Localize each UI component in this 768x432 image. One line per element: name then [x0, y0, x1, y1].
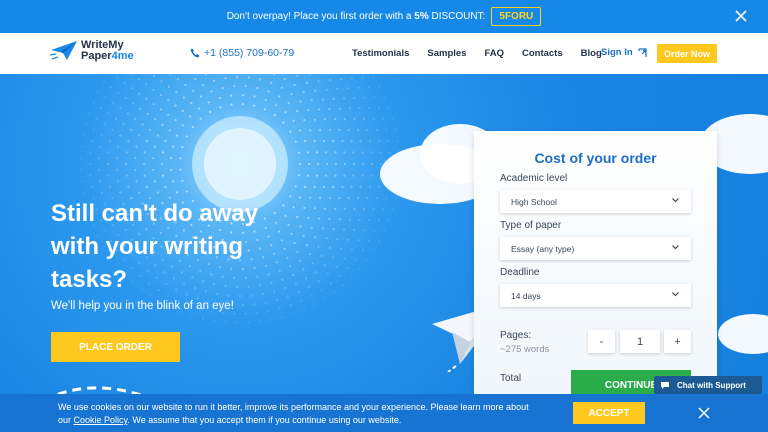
pages-label: Pages:	[500, 330, 532, 341]
hero-headline: Still can't do away with your writing ta…	[51, 200, 259, 293]
pages-increment-button[interactable]: +	[664, 330, 691, 353]
cookie-message: We use cookies on our website to run it …	[58, 402, 529, 425]
promo-code[interactable]: 5FORU	[491, 7, 542, 26]
total-label: Total	[500, 373, 522, 384]
pages-decrement-button[interactable]: -	[588, 330, 615, 353]
sign-in-link[interactable]: Sign In	[601, 47, 647, 58]
cookie-policy-link[interactable]: Cookie Policy	[74, 415, 128, 425]
nav-item-faq[interactable]: FAQ	[484, 48, 504, 59]
chat-bubble-icon	[661, 381, 669, 389]
pages-input[interactable]: 1	[620, 330, 660, 353]
deadline-label: Deadline	[500, 267, 540, 278]
chat-support-button[interactable]: Chat with Support	[654, 376, 762, 394]
phone-link[interactable]: +1 (855) 709-60-79	[190, 47, 294, 59]
order-now-button[interactable]: Order Now	[657, 44, 717, 63]
logo-text: WriteMy Paper4me	[81, 39, 134, 62]
close-icon[interactable]	[734, 9, 748, 23]
academic-level-label: Academic level	[500, 173, 568, 184]
promo-text: Don't overpay! Place you first order wit…	[226, 11, 486, 22]
site-header: WriteMy Paper4me +1 (855) 709-60-79 Test…	[0, 33, 768, 74]
academic-level-select[interactable]: High School	[500, 190, 691, 213]
nav-item-testimonials[interactable]: Testimonials	[352, 48, 409, 59]
calculator-title: Cost of your order	[534, 150, 657, 166]
phone-icon	[190, 48, 200, 58]
accept-cookies-button[interactable]: ACCEPT	[573, 402, 645, 424]
place-order-button[interactable]: PLACE ORDER	[51, 332, 180, 362]
paper-type-select[interactable]: Essay (any type)	[500, 237, 691, 260]
chevron-down-icon	[672, 292, 679, 297]
logo[interactable]: WriteMy Paper4me	[50, 40, 134, 62]
close-icon[interactable]	[698, 407, 710, 419]
paper-plane-logo-icon	[50, 41, 77, 60]
paper-type-label: Type of paper	[500, 220, 562, 231]
nav-item-blog[interactable]: Blog	[581, 48, 602, 59]
nav-item-samples[interactable]: Samples	[427, 48, 466, 59]
chevron-down-icon	[672, 198, 679, 203]
words-count: ~275 words	[500, 344, 550, 355]
hero-subtitle: We'll help you in the blink of an eye!	[51, 300, 234, 312]
sign-in-icon	[638, 47, 647, 57]
nav-item-contacts[interactable]: Contacts	[522, 48, 563, 59]
main-nav: Testimonials Samples FAQ Contacts Blog	[352, 48, 620, 59]
cookie-banner: We use cookies on our website to run it …	[0, 394, 768, 432]
chevron-down-icon	[672, 245, 679, 250]
deadline-select[interactable]: 14 days	[500, 284, 691, 307]
promo-bar: Don't overpay! Place you first order wit…	[0, 0, 768, 33]
